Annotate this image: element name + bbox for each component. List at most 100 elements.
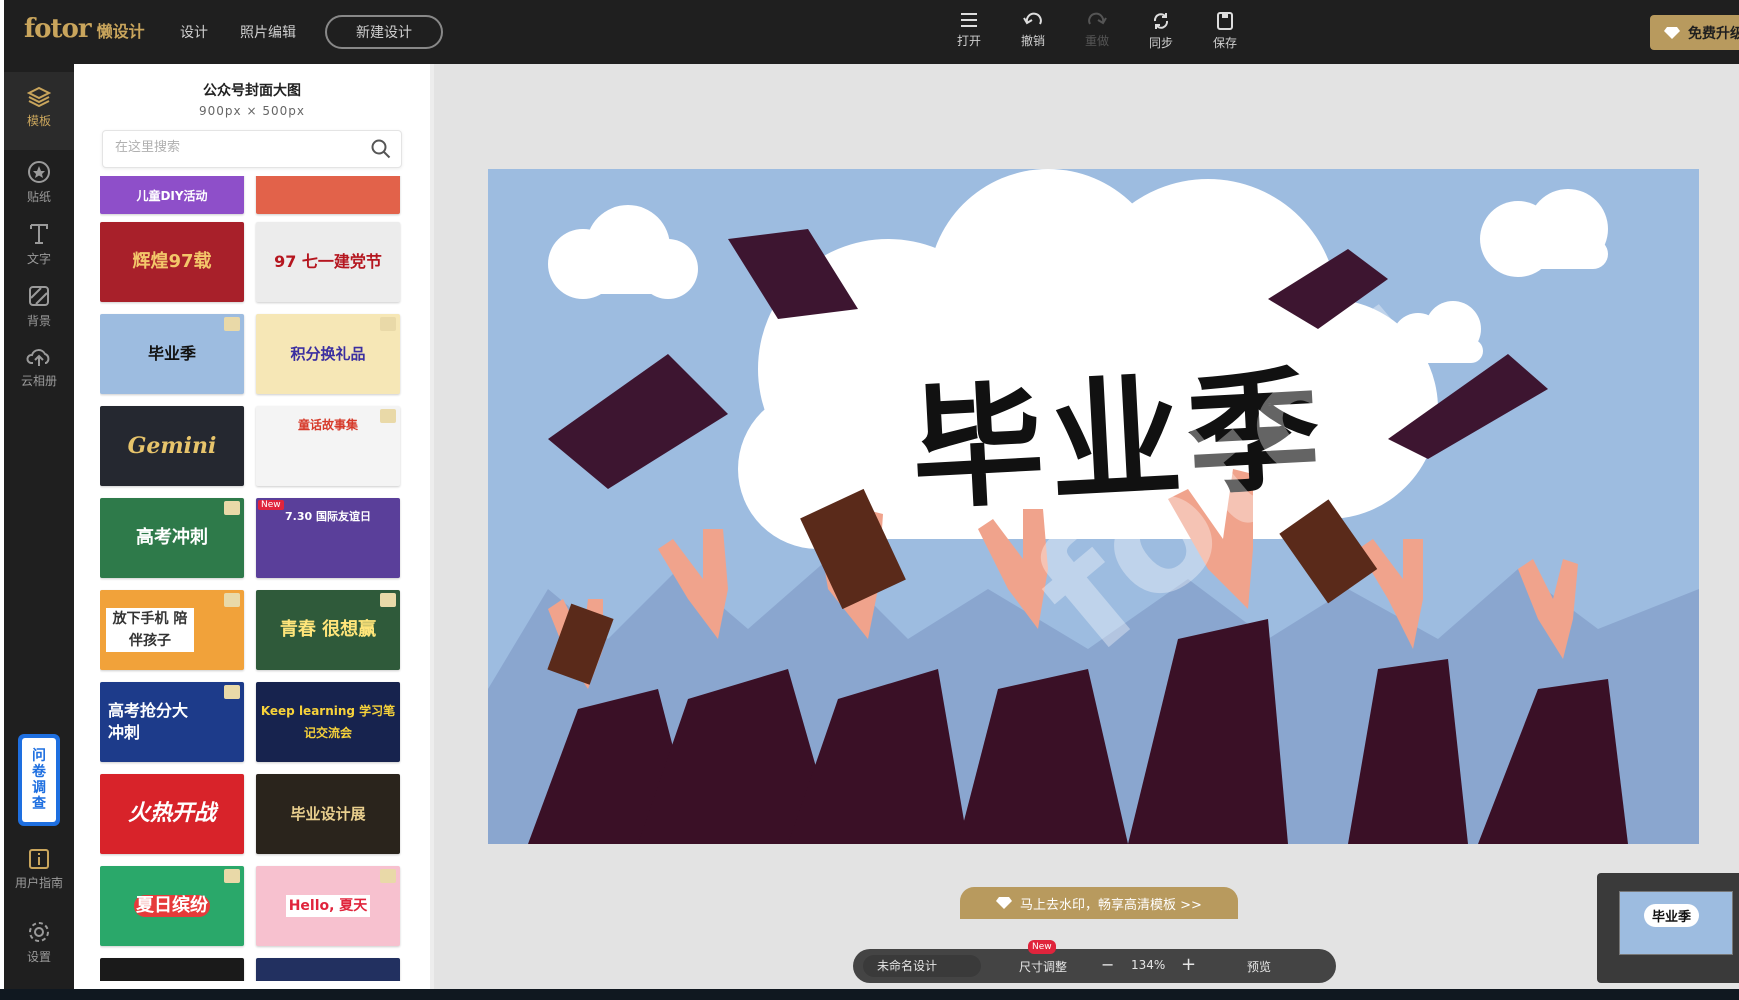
undo-icon xyxy=(1023,12,1042,25)
cloud-upload-icon xyxy=(26,349,50,366)
template-thumb[interactable]: 火热开战 xyxy=(100,774,244,854)
template-thumb[interactable] xyxy=(256,176,400,214)
menu-icon xyxy=(961,13,977,27)
premium-icon xyxy=(224,593,240,607)
search-box xyxy=(102,130,402,168)
sidebar-item-label: 文字 xyxy=(26,252,51,266)
sidebar-item-stickers[interactable]: 贴纸 xyxy=(4,160,74,205)
redo-icon xyxy=(1088,12,1107,25)
template-thumb[interactable]: 儿童DIY活动 xyxy=(100,176,244,214)
premium-icon xyxy=(380,869,396,883)
template-thumb[interactable]: 毕业设计展 xyxy=(256,774,400,854)
template-label: 夏日缤纷 xyxy=(134,895,210,917)
template-thumb[interactable]: 高考冲刺 xyxy=(100,498,244,578)
template-thumb[interactable]: 积分换礼品 xyxy=(256,314,400,394)
search-icon[interactable] xyxy=(371,139,391,159)
nav-photo-edit[interactable]: 照片编辑 xyxy=(240,22,296,42)
search-input[interactable] xyxy=(113,139,357,156)
save-label: 保存 xyxy=(1212,36,1237,50)
template-thumb[interactable]: 童话故事集 xyxy=(256,406,400,486)
layers-icon xyxy=(27,86,51,108)
text-icon xyxy=(30,224,48,244)
template-thumb[interactable]: Gemini xyxy=(100,406,244,486)
sidebar-item-label: 云相册 xyxy=(20,374,57,388)
save-icon xyxy=(1217,12,1233,30)
template-thumb[interactable]: Keep learning 学习笔记交流会 xyxy=(256,682,400,762)
minimap[interactable]: 毕业季 xyxy=(1597,873,1739,983)
logo[interactable]: fotor 懒设计 xyxy=(24,14,145,44)
template-thumb[interactable]: 高考抢分大冲刺 xyxy=(100,682,244,762)
template-thumb[interactable]: 毕业季 xyxy=(100,314,244,394)
redo-button[interactable]: 重做 xyxy=(1073,12,1121,49)
premium-icon xyxy=(380,317,396,331)
template-thumb[interactable] xyxy=(256,958,400,981)
survey-char: 卷 xyxy=(32,764,46,780)
sidebar-item-settings[interactable]: 设置 xyxy=(4,920,74,965)
minimap-thumbnail: 毕业季 xyxy=(1619,891,1733,955)
sync-button[interactable]: 同步 xyxy=(1137,12,1185,51)
template-label: 97 七一建党节 xyxy=(274,252,382,271)
sidebar-item-templates[interactable]: 模板 xyxy=(4,72,74,150)
new-design-button[interactable]: 新建设计 xyxy=(325,15,443,49)
undo-button[interactable]: 撤销 xyxy=(1009,12,1057,49)
template-label: 毕业季 xyxy=(147,344,196,363)
upgrade-label: 免费升级 xyxy=(1688,25,1739,42)
survey-button[interactable]: 问 卷 调 查 xyxy=(18,734,60,826)
promo-label: 马上去水印，畅享高清模板 >> xyxy=(1020,897,1202,913)
logo-sub: 懒设计 xyxy=(96,22,145,41)
sidebar-item-guide[interactable]: 用户指南 xyxy=(4,848,74,891)
template-thumb[interactable]: 97 七一建党节 xyxy=(256,222,400,302)
redo-label: 重做 xyxy=(1084,34,1109,48)
template-thumb[interactable]: New 7.30 国际友谊日 xyxy=(256,498,400,578)
top-bar: fotor 懒设计 设计 照片编辑 新建设计 打开 撤销 重做 同步 保存 免费… xyxy=(0,0,1739,64)
sidebar-item-label: 用户指南 xyxy=(14,876,63,890)
sidebar-item-background[interactable]: 背景 xyxy=(4,284,74,329)
design-name-field[interactable]: 未命名设计 xyxy=(863,955,981,977)
template-thumb[interactable]: 放下手机 陪伴孩子 xyxy=(100,590,244,670)
bottom-control-bar: 未命名设计 New 尺寸调整 − 134% + 预览 xyxy=(853,940,1336,983)
sidebar-item-label: 贴纸 xyxy=(26,190,51,204)
resize-button[interactable]: 尺寸调整 xyxy=(1019,958,1067,975)
template-thumb[interactable]: Hello, 夏天 xyxy=(256,866,400,946)
template-label: 高考抢分大冲刺 xyxy=(108,701,189,742)
template-label: Hello, 夏天 xyxy=(286,895,370,917)
template-label: 7.30 国际友谊日 xyxy=(285,510,371,524)
nav-design[interactable]: 设计 xyxy=(180,22,208,42)
undo-label: 撤销 xyxy=(1020,34,1045,48)
sidebar-item-cloud-album[interactable]: 云相册 xyxy=(4,346,74,389)
panel-size: 900px × 500px xyxy=(199,104,305,118)
open-label: 打开 xyxy=(956,34,981,48)
zoom-out-button[interactable]: − xyxy=(1101,955,1114,974)
logo-brand: fotor xyxy=(24,14,92,44)
template-label: 童话故事集 xyxy=(297,418,358,433)
sync-label: 同步 xyxy=(1148,36,1173,50)
diamond-icon xyxy=(996,897,1013,909)
zoom-in-button[interactable]: + xyxy=(1181,954,1196,975)
template-label: 高考冲刺 xyxy=(136,527,208,548)
sidebar-item-text[interactable]: 文字 xyxy=(4,222,74,267)
upgrade-button[interactable]: 免费升级 xyxy=(1650,15,1739,50)
minimap-title: 毕业季 xyxy=(1644,904,1700,927)
star-icon xyxy=(28,161,50,183)
gear-icon xyxy=(29,922,49,942)
design-artboard[interactable]: 毕业季 fotor xyxy=(488,169,1699,844)
template-thumb[interactable] xyxy=(100,958,244,981)
preview-button[interactable]: 预览 xyxy=(1247,958,1271,975)
save-button[interactable]: 保存 xyxy=(1201,12,1249,51)
premium-icon xyxy=(224,869,240,883)
template-label: 火热开战 xyxy=(127,801,216,826)
panel-title: 公众号封面大图 xyxy=(203,83,301,99)
premium-icon xyxy=(380,593,396,607)
template-panel: 公众号封面大图 900px × 500px 儿童DIY活动 辉煌97载 97 七… xyxy=(74,64,430,989)
template-label: 积分换礼品 xyxy=(290,345,366,363)
open-button[interactable]: 打开 xyxy=(945,12,993,49)
template-label: Gemini xyxy=(127,433,217,459)
template-thumb[interactable]: 青春 很想赢 xyxy=(256,590,400,670)
template-thumb[interactable]: 辉煌97载 xyxy=(100,222,244,302)
template-label: 放下手机 陪伴孩子 xyxy=(106,608,194,652)
template-thumb[interactable]: 夏日缤纷 xyxy=(100,866,244,946)
premium-icon xyxy=(224,685,240,699)
template-label: Keep learning 学习笔记交流会 xyxy=(260,704,396,740)
remove-watermark-banner[interactable]: 马上去水印，畅享高清模板 >> xyxy=(960,887,1238,919)
template-label: 辉煌97载 xyxy=(132,251,212,272)
